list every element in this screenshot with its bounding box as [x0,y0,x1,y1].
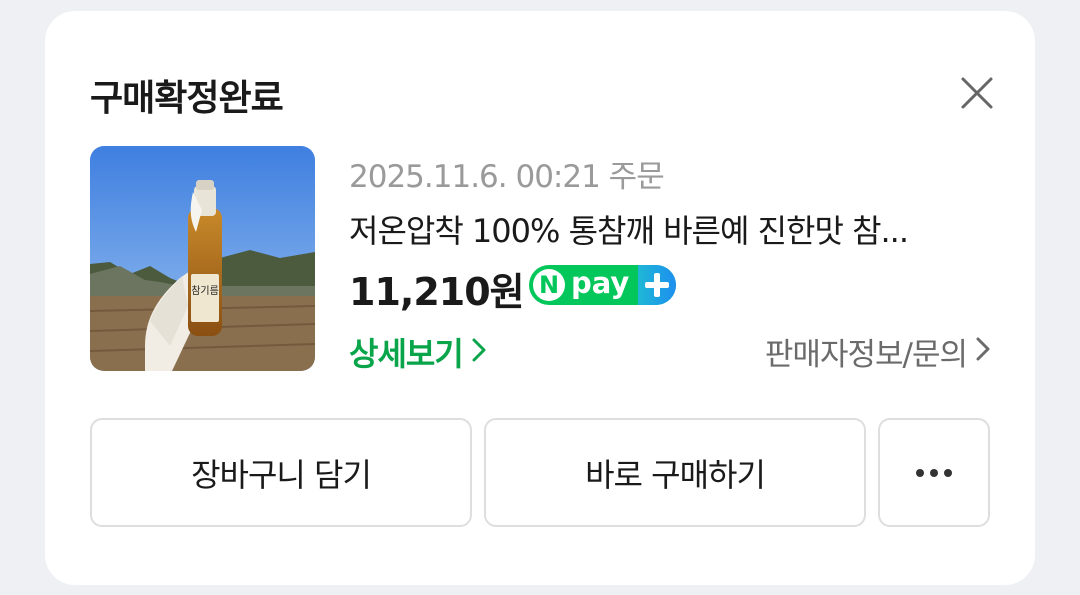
seller-info-link[interactable]: 판매자정보/문의 [765,329,991,374]
npay-plus-icon [638,265,676,305]
add-to-cart-label: 장바구니 담기 [191,455,372,494]
buy-now-label: 바로 구매하기 [585,455,766,494]
add-to-cart-button[interactable]: 장바구니 담기 [90,418,472,527]
more-icon [916,468,952,477]
npay-text: pay [571,266,630,300]
bottle-label: 참기름 [191,285,219,297]
close-icon[interactable] [957,73,997,113]
detail-link[interactable]: 상세보기 [349,329,487,375]
chevron-right-icon [975,334,991,370]
detail-link-label: 상세보기 [349,335,464,373]
chevron-right-icon [471,333,487,371]
purchase-confirm-dialog: 구매확정완료 참기름 2025.11.6. 00:21 주문 저온압착 100%… [45,11,1035,585]
naver-n-icon: N [533,269,565,301]
dialog-title: 구매확정완료 [90,78,284,119]
more-button[interactable] [878,418,990,527]
buy-now-button[interactable]: 바로 구매하기 [484,418,866,527]
product-thumbnail[interactable]: 참기름 [90,146,315,371]
npay-plus-badge: N pay [529,265,676,305]
seller-info-label: 판매자정보/문의 [764,337,968,373]
order-date: 2025.11.6. 00:21 주문 [349,159,665,195]
product-name[interactable]: 저온압착 100% 통참깨 바른예 진한맛 참... [349,206,989,252]
product-price: 11,210원 [349,270,525,314]
